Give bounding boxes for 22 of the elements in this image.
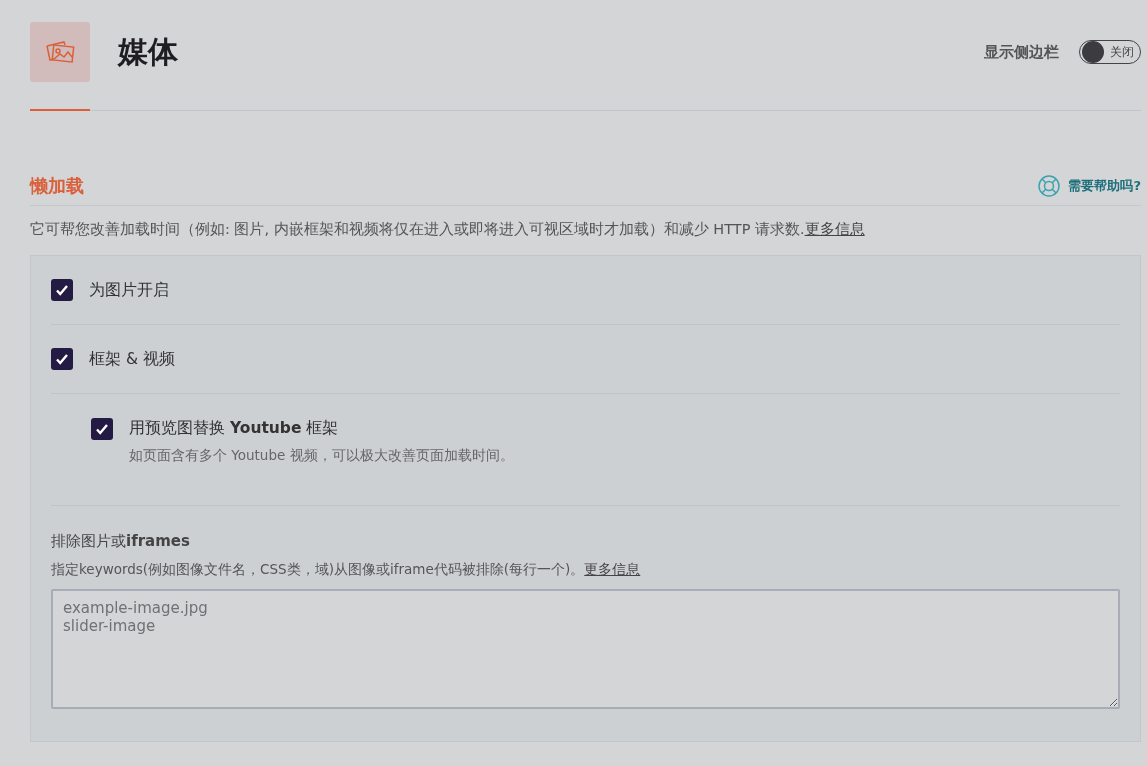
exclusions-field[interactable]: example-image.jpg slider-image <box>51 589 1120 709</box>
check-icon <box>95 422 109 436</box>
more-info-link[interactable]: 更多信息 <box>584 561 641 577</box>
lifebuoy-icon <box>1038 175 1061 197</box>
section-description: 它可帮您改善加载时间（例如: 图片, 内嵌框架和视频将仅在进入或即将进入可视区域时才加载）和减少 HTTP 请求数.更多信息 <box>30 220 866 239</box>
page-title: 媒体 <box>118 32 178 71</box>
checkbox[interactable] <box>51 279 73 301</box>
check-icon <box>55 283 69 297</box>
checkbox[interactable] <box>51 348 73 370</box>
option-label: 为图片开启 <box>89 279 169 301</box>
checkbox[interactable] <box>91 418 113 440</box>
check-icon <box>55 352 69 366</box>
option-hint: 如页面含有多个 Youtube 视频，可以极大改善页面加载时间。 <box>129 447 514 465</box>
help-link[interactable]: 需要帮助吗? <box>1038 175 1141 197</box>
option-label: 用预览图替换 Youtube 框架 <box>129 418 340 439</box>
media-logo <box>30 22 90 82</box>
field-title: 排除图片或iframes <box>51 532 191 551</box>
field-description: 指定keywords(例如图像文件名，CSS类，域)从图像或iframe代码被排除(每行一个)。更多信息 <box>51 561 642 579</box>
option-label: 框架 & 视频 <box>89 348 175 370</box>
section-title: 懒加载 <box>30 174 84 198</box>
toggle-label: 显示侧边栏 <box>984 42 1059 62</box>
more-info-link[interactable]: 更多信息 <box>804 221 865 237</box>
